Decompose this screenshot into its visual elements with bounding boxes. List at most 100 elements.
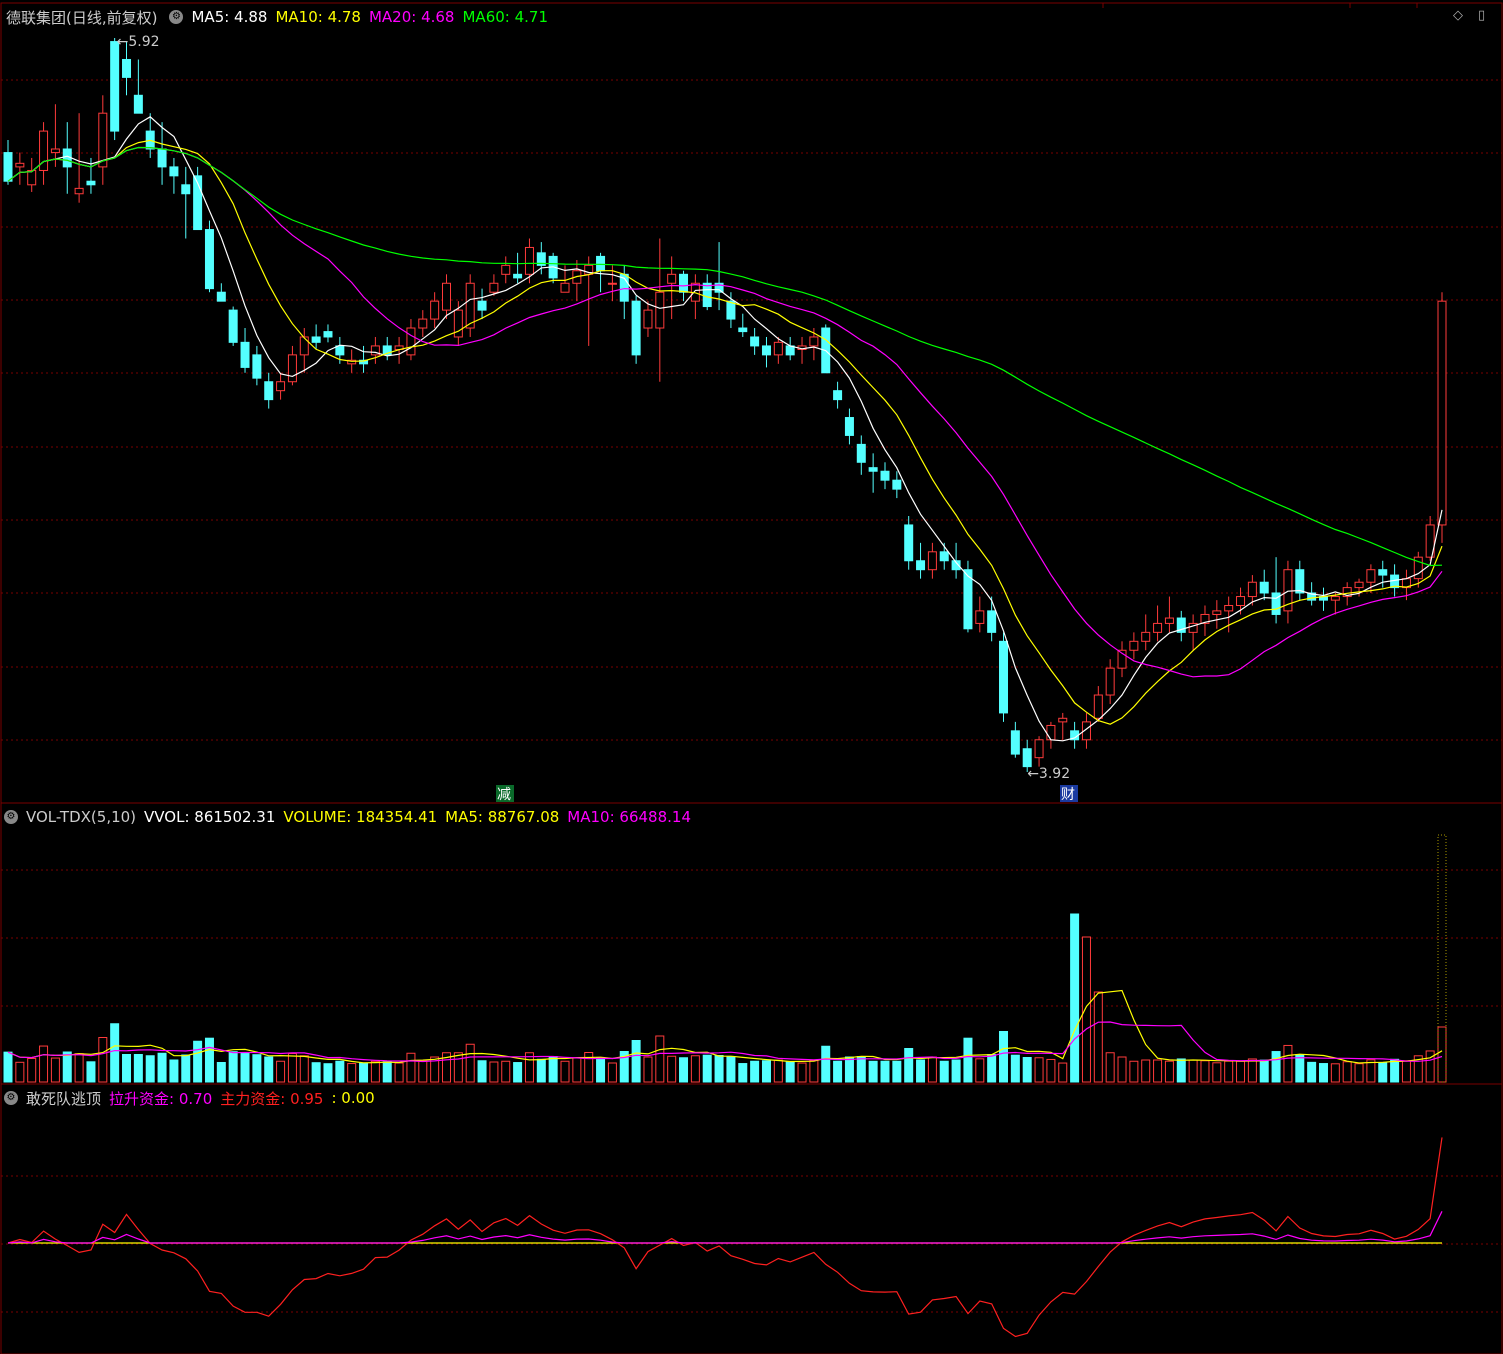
volume-bar (750, 1060, 760, 1083)
candle-body (74, 187, 84, 195)
volume-bar (359, 1062, 369, 1083)
candle-body (240, 341, 250, 368)
candle-body (477, 300, 487, 311)
volume-bar (382, 1061, 392, 1083)
volume-bar (560, 1060, 570, 1083)
candle-body (27, 169, 37, 186)
volume-bar (655, 1035, 665, 1083)
volume-bar (276, 1060, 286, 1083)
volume-bar (1105, 1052, 1115, 1083)
volume-bar (833, 1060, 843, 1083)
volume-bar (1283, 1044, 1293, 1083)
volume-bar (761, 1060, 771, 1083)
volume-bar (714, 1055, 724, 1083)
candle-body (607, 282, 617, 285)
candle-body (856, 443, 866, 463)
volume-bar (133, 1054, 143, 1083)
candle-body (110, 41, 120, 132)
volume-bar (1437, 1026, 1447, 1083)
volume-bar (856, 1056, 866, 1083)
candle-body (761, 345, 771, 356)
candlestick-series (3, 38, 1447, 772)
candle-body (702, 282, 712, 308)
candle-body (750, 336, 760, 347)
volume-bar (501, 1060, 511, 1083)
candle-body (844, 417, 854, 436)
candle-body (833, 390, 843, 401)
volume-bar (1378, 1061, 1388, 1083)
candle-body (122, 58, 132, 78)
candle-body (916, 560, 926, 571)
volume-bar (844, 1056, 854, 1083)
volume-bar (15, 1061, 25, 1083)
volume-bar (1401, 1060, 1411, 1083)
volume-bar (311, 1062, 321, 1083)
volume-bar (702, 1054, 712, 1083)
volume-bar (868, 1060, 878, 1083)
volume-bar (596, 1057, 606, 1083)
volume-bar (347, 1063, 357, 1083)
candle-body (975, 610, 985, 624)
volume-bar (98, 1037, 108, 1083)
volume-bar (394, 1062, 404, 1083)
volume-bar (240, 1052, 250, 1083)
volume-bar (252, 1054, 262, 1083)
volume-bar (287, 1053, 297, 1083)
candle-body (560, 282, 570, 293)
volume-bar (1271, 1051, 1281, 1083)
candle-body (323, 331, 333, 338)
candle-body (1247, 581, 1257, 598)
volume-bar (797, 1062, 807, 1083)
volume-bar (39, 1045, 49, 1083)
volume-bar (1022, 1057, 1032, 1083)
volume-bar (536, 1058, 546, 1083)
volume-bar (773, 1059, 783, 1083)
volume-bar (631, 1040, 641, 1083)
volume-bar (999, 1031, 1009, 1083)
candle-body (1022, 748, 1032, 768)
candle-body (927, 551, 937, 571)
volume-bar (465, 1043, 475, 1083)
volume-bar (785, 1061, 795, 1083)
candle-body (228, 309, 238, 343)
volume-bar (1117, 1056, 1127, 1083)
volume-bar (323, 1063, 333, 1083)
volume-bar (690, 1055, 700, 1083)
candle-body (1129, 640, 1139, 651)
candle-body (50, 148, 60, 154)
ma10-line (7, 139, 1443, 725)
volume-bar (1354, 1063, 1364, 1083)
volume-bar (1058, 1062, 1068, 1083)
volume-bar (927, 1056, 937, 1083)
volume-bar (1295, 1054, 1305, 1083)
candle-body (276, 381, 286, 392)
candle-body (204, 229, 214, 290)
volume-bar (809, 1060, 819, 1083)
volume-bar (1259, 1059, 1269, 1083)
candle-body (264, 381, 274, 401)
candle-body (406, 327, 416, 356)
volume-bar (228, 1051, 238, 1083)
volume-bar (1224, 1060, 1234, 1083)
volume-bar (169, 1059, 179, 1083)
candle-body (252, 354, 262, 379)
volume-bar (548, 1056, 558, 1083)
volume-bar (477, 1060, 487, 1083)
volume-bar (216, 1062, 226, 1083)
candle-body (679, 273, 689, 293)
volume-bar (122, 1054, 132, 1083)
volume-bar (489, 1061, 499, 1083)
stock-chart[interactable]: ←5.92 ←3.92 减 财 (0, 0, 1503, 1354)
candle-body (655, 291, 665, 329)
candle-body (441, 282, 451, 311)
chart-grid (0, 2, 1503, 1354)
candle-body (453, 309, 463, 338)
candle-body (1093, 694, 1103, 719)
volume-bar (86, 1061, 96, 1083)
volume-bar (1307, 1061, 1317, 1083)
candle-body (1212, 610, 1222, 615)
candle-body (169, 166, 179, 177)
volume-bar (1164, 1060, 1174, 1083)
volume-bar (821, 1045, 831, 1083)
volume-bar (679, 1057, 689, 1083)
